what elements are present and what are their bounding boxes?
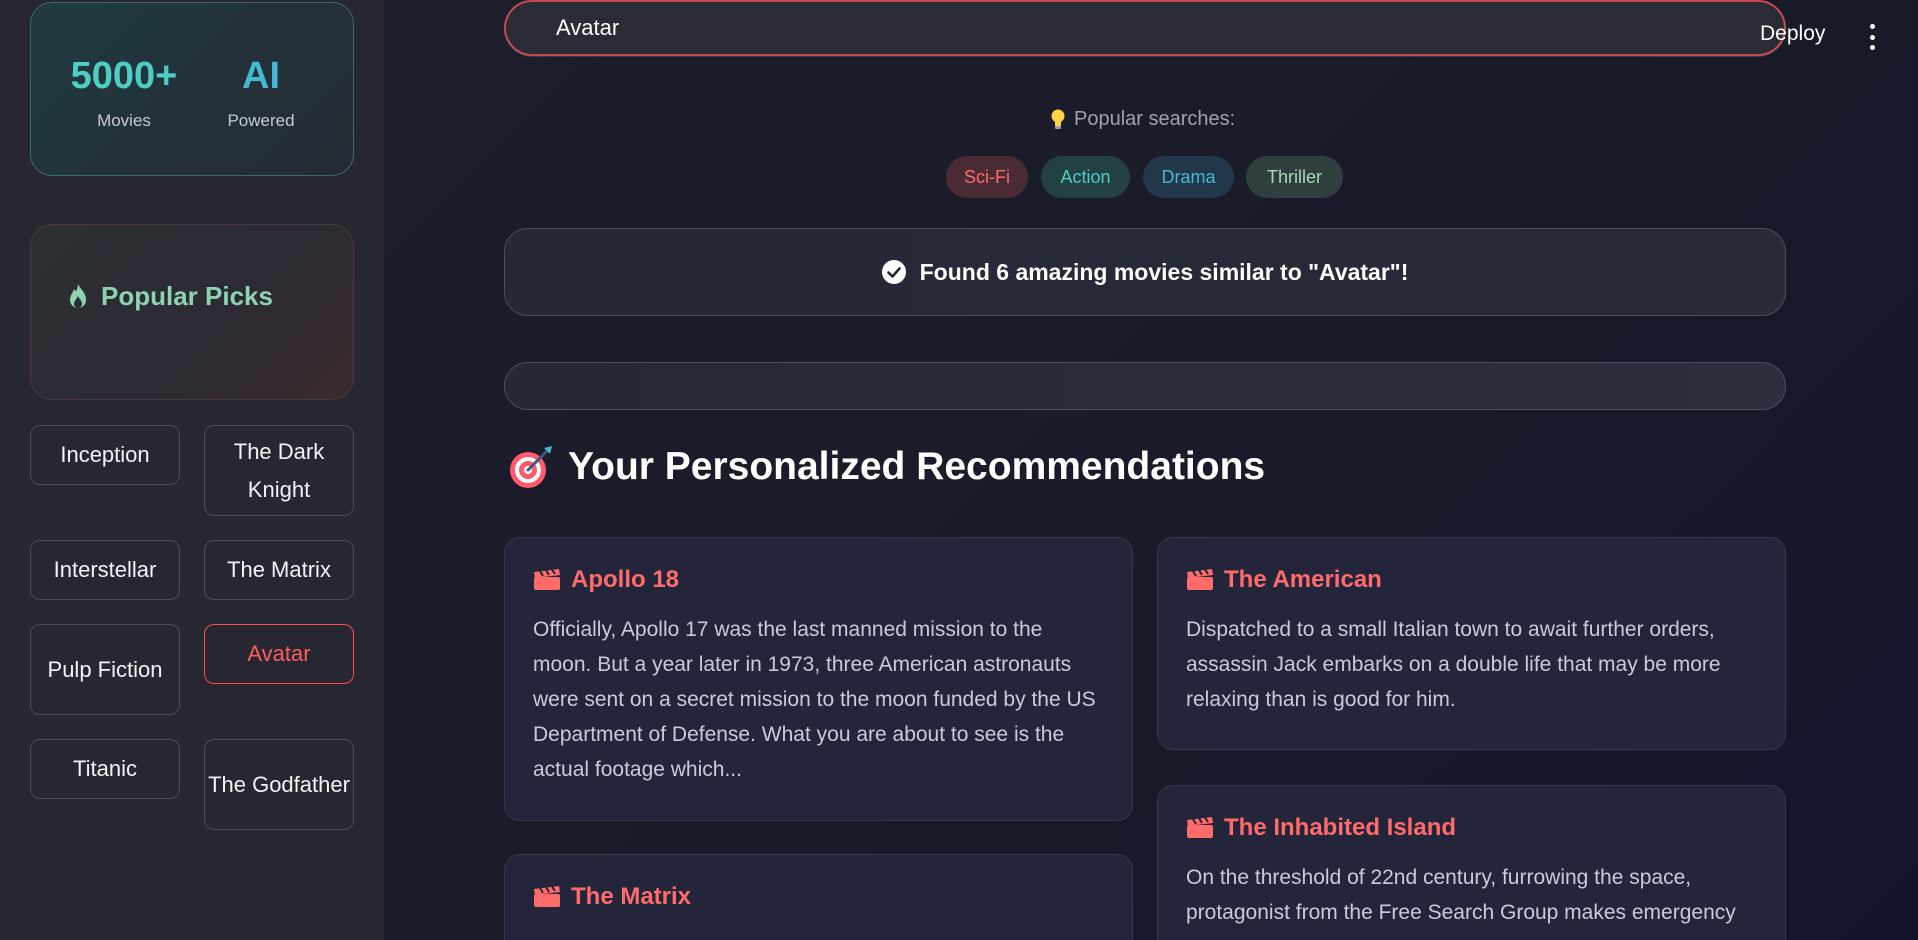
recommendations-title: Your Personalized Recommendations: [568, 445, 1266, 488]
app-root: 5000+ Movies AI Powered Popular Picks In…: [0, 0, 1918, 940]
flame-icon: [70, 283, 86, 308]
stats-card: 5000+ Movies AI Powered: [30, 2, 354, 176]
result-banner: Found 6 amazing movies similar to "Avata…: [504, 228, 1786, 316]
movie-button-interstellar[interactable]: Interstellar: [30, 540, 180, 600]
popular-picks-heading: Popular Picks: [65, 281, 273, 312]
popular-searches-label: Popular searches:: [1074, 108, 1236, 130]
clapperboard-icon: [1187, 569, 1213, 590]
check-circle-icon: [881, 260, 906, 284]
movie-card-description: Officially, Apollo 17 was the last manne…: [533, 618, 1096, 781]
kebab-menu-icon[interactable]: [1862, 24, 1882, 50]
deploy-button[interactable]: Deploy: [1760, 22, 1825, 46]
search-input[interactable]: [506, 2, 1784, 54]
movie-card[interactable]: The Matrix: [504, 854, 1133, 940]
movie-card-title-row: Apollo 18: [533, 566, 1104, 594]
chip-drama[interactable]: Drama: [1143, 156, 1234, 198]
movie-card-description: Dispatched to a small Italian town to aw…: [1186, 618, 1721, 711]
popular-picks-title: Popular Picks: [101, 281, 273, 311]
movie-card-title-row: The Inhabited Island: [1186, 814, 1757, 842]
stat-movies-value: 5000+: [70, 55, 178, 97]
movie-button-avatar[interactable]: Avatar: [204, 624, 354, 684]
movie-button-titanic[interactable]: Titanic: [30, 739, 180, 799]
kebab-dot: [1869, 34, 1875, 40]
movie-card-description: On the threshold of 22nd century, furrow…: [1186, 866, 1736, 924]
movie-card-title: The American: [1224, 566, 1382, 593]
movie-card-title-row: The American: [1186, 566, 1757, 594]
result-banner-text: Found 6 amazing movies similar to "Avata…: [919, 258, 1409, 285]
movie-card[interactable]: The Inhabited Island On the threshold of…: [1157, 785, 1786, 940]
chip-action[interactable]: Action: [1041, 156, 1130, 198]
search-box: [504, 0, 1786, 56]
progress-bar: [504, 362, 1786, 410]
stat-ai-value: AI: [242, 55, 280, 97]
recommendations-heading: Your Personalized Recommendations: [508, 444, 1265, 490]
movie-button-inception[interactable]: Inception: [30, 425, 180, 485]
clapperboard-icon: [534, 886, 560, 907]
lightbulb-icon: [1051, 109, 1065, 129]
stat-movies-label: Movies: [97, 111, 151, 130]
movie-card-title-row: The Matrix: [533, 883, 1104, 911]
movie-card-title: Apollo 18: [571, 566, 680, 593]
movie-button-the-dark-knight[interactable]: The Dark Knight: [204, 425, 354, 516]
movie-button-the-godfather[interactable]: The Godfather: [204, 739, 354, 830]
movie-card[interactable]: The American Dispatched to a small Itali…: [1157, 537, 1786, 750]
movie-card-title: The Inhabited Island: [1224, 814, 1457, 841]
kebab-dot: [1869, 45, 1875, 50]
stat-ai: AI Powered: [191, 53, 331, 131]
stat-ai-label: Powered: [227, 111, 295, 130]
sidebar: 5000+ Movies AI Powered Popular Picks In…: [0, 0, 384, 940]
movie-button-the-matrix[interactable]: The Matrix: [204, 540, 354, 600]
stat-movies: 5000+ Movies: [54, 53, 194, 131]
clapperboard-icon: [1187, 817, 1213, 838]
clapperboard-icon: [534, 569, 560, 590]
movie-card-title: The Matrix: [571, 883, 692, 910]
target-icon: [510, 446, 552, 488]
kebab-dot: [1869, 24, 1875, 29]
chip-thriller[interactable]: Thriller: [1246, 156, 1343, 198]
movie-button-pulp-fiction[interactable]: Pulp Fiction: [30, 624, 180, 715]
movie-card[interactable]: Apollo 18 Officially, Apollo 17 was the …: [504, 537, 1133, 821]
chip-sci-fi[interactable]: Sci-Fi: [946, 156, 1028, 198]
popular-searches: Popular searches:: [1050, 108, 1235, 131]
popular-picks-card: Popular Picks: [30, 224, 354, 400]
